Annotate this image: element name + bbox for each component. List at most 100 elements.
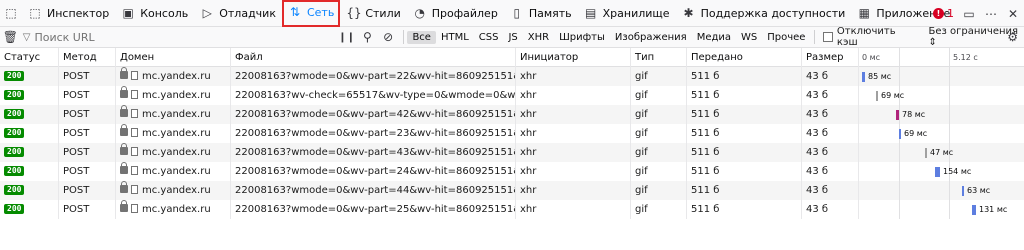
domain-cell: mc.yandex.ru — [115, 181, 230, 200]
table-row[interactable]: 200 POST mc.yandex.ru 22008163?wmode=0&wv-p… — [0, 162, 1024, 181]
type-cell: gif — [630, 143, 686, 162]
tab-inspector[interactable]: ⬚ Инспектор — [22, 0, 115, 27]
error-icon: ! — [933, 8, 944, 19]
tab-storage[interactable]: ▤ Хранилище — [578, 0, 676, 27]
header-initiator[interactable]: Инициатор — [515, 48, 630, 67]
responsive-mode-icon[interactable]: ▭ — [958, 7, 980, 21]
header-file[interactable]: Файл — [230, 48, 515, 67]
header-type[interactable]: Тип — [630, 48, 686, 67]
lock-icon — [120, 162, 128, 174]
initiator-cell[interactable]: xhr — [515, 200, 630, 219]
document-icon — [131, 165, 138, 175]
filter-type-button[interactable]: Прочее — [762, 31, 810, 44]
domain-text: mc.yandex.ru — [142, 128, 211, 139]
initiator-cell[interactable]: xhr — [515, 105, 630, 124]
file-cell: 22008163?wv-check=65517&wv-type=0&wmode=… — [230, 86, 515, 105]
pause-icon[interactable]: ❙❙ — [336, 32, 357, 43]
domain-text: mc.yandex.ru — [142, 185, 211, 196]
filter-type-button[interactable]: Медиа — [692, 31, 736, 44]
status-badge: 200 — [4, 166, 25, 176]
search-icon[interactable]: ⚲ — [357, 30, 378, 44]
table-row[interactable]: 200 POST mc.yandex.ru 22008163?wmode=0&wv-p… — [0, 181, 1024, 200]
header-status[interactable]: Статус — [0, 48, 58, 67]
table-row[interactable]: 200 POST mc.yandex.ru 22008163?wmode=0&wv-p… — [0, 143, 1024, 162]
waterfall-gridline — [899, 143, 900, 162]
trash-icon[interactable]: 🗑 — [0, 30, 21, 44]
gauge-icon: ◔ — [414, 6, 425, 20]
lock-icon — [120, 67, 128, 79]
filter-type-button[interactable]: HTML — [436, 31, 474, 44]
timing-label: 69 мс — [904, 129, 928, 138]
disable-cache-checkbox[interactable]: Отключить кэш — [823, 26, 914, 48]
method-cell: POST — [58, 162, 115, 181]
table-row[interactable]: 200 POST mc.yandex.ru 22008163?wmode=0&wv-p… — [0, 67, 1024, 86]
status-badge: 200 — [4, 204, 25, 214]
tab-style-editor[interactable]: {} Стили — [340, 0, 406, 27]
status-cell: 200 — [0, 162, 58, 181]
header-waterfall[interactable]: 0 мс 5.12 с — [858, 48, 1024, 67]
waterfall-gridline — [949, 200, 950, 219]
waterfall-bar — [896, 110, 899, 120]
file-cell: 22008163?wmode=0&wv-part=44&wv-hit=86092… — [230, 181, 515, 200]
transferred-cell: 511 б — [686, 86, 801, 105]
tab-performance[interactable]: ◔ Профайлер — [407, 0, 504, 27]
filter-url-input[interactable]: ▽ Поиск URL — [21, 28, 336, 47]
document-icon — [131, 127, 138, 137]
pick-element-button[interactable]: ⬚ — [0, 0, 22, 27]
lock-icon — [120, 143, 128, 155]
filter-type-button[interactable]: WS — [736, 31, 762, 44]
filter-type-button[interactable]: Все — [407, 30, 436, 44]
tab-accessibility[interactable]: ✱ Поддержка доступности — [676, 0, 852, 27]
domain-cell: mc.yandex.ru — [115, 105, 230, 124]
transferred-cell: 511 б — [686, 124, 801, 143]
status-cell: 200 — [0, 67, 58, 86]
status-badge: 200 — [4, 90, 25, 100]
initiator-cell[interactable]: xhr — [515, 67, 630, 86]
header-method[interactable]: Метод — [58, 48, 115, 67]
table-row[interactable]: 200 POST mc.yandex.ru 22008163?wv-check=655… — [0, 86, 1024, 105]
waterfall-bar — [876, 91, 878, 101]
initiator-cell[interactable]: xhr — [515, 143, 630, 162]
filter-type-button[interactable]: XHR — [523, 31, 554, 44]
initiator-cell[interactable]: xhr — [515, 124, 630, 143]
file-cell: 22008163?wmode=0&wv-part=42&wv-hit=86092… — [230, 105, 515, 124]
filter-type-button[interactable]: CSS — [474, 31, 504, 44]
document-icon — [131, 146, 138, 156]
status-cell: 200 — [0, 181, 58, 200]
domain-text: mc.yandex.ru — [142, 147, 211, 158]
table-row[interactable]: 200 POST mc.yandex.ru 22008163?wmode=0&wv-p… — [0, 124, 1024, 143]
filter-type-button[interactable]: Шрифты — [554, 31, 610, 44]
devtools-toolbar: ⬚ ⬚ Инспектор ▣ Консоль ▷ Отладчик ⇅ Сеть {} Стил… — [0, 0, 1024, 27]
table-row[interactable]: 200 POST mc.yandex.ru 22008163?wmode=0&wv-p… — [0, 200, 1024, 219]
filter-type-button[interactable]: Изображения — [610, 31, 692, 44]
initiator-cell[interactable]: xhr — [515, 86, 630, 105]
error-count-badge[interactable]: ! 1 — [929, 7, 958, 20]
timing-label: 78 мс — [902, 110, 926, 119]
close-icon[interactable]: ✕ — [1002, 7, 1024, 21]
block-icon[interactable]: ⊘ — [378, 30, 399, 44]
transferred-cell: 511 б — [686, 181, 801, 200]
checkbox-box[interactable] — [823, 32, 833, 42]
initiator-cell[interactable]: xhr — [515, 162, 630, 181]
more-options-icon[interactable]: ⋯ — [980, 7, 1002, 21]
gear-icon[interactable]: ⚙ — [1007, 27, 1018, 48]
tab-debugger[interactable]: ▷ Отладчик — [194, 0, 282, 27]
tab-memory[interactable]: ▯ Память — [504, 0, 578, 27]
type-cell: gif — [630, 86, 686, 105]
initiator-cell[interactable]: xhr — [515, 181, 630, 200]
transferred-cell: 511 б — [686, 162, 801, 181]
filter-type-button[interactable]: JS — [503, 31, 522, 44]
tab-network[interactable]: ⇅ Сеть — [281, 0, 341, 27]
header-size[interactable]: Размер — [801, 48, 858, 67]
waterfall-cell: 47 мс — [858, 143, 1024, 162]
method-cell: POST — [58, 143, 115, 162]
domain-cell: mc.yandex.ru — [115, 162, 230, 181]
grid-icon: ▦ — [858, 6, 871, 20]
lock-icon — [120, 181, 128, 193]
header-transferred[interactable]: Передано — [686, 48, 801, 67]
table-row[interactable]: 200 POST mc.yandex.ru 22008163?wmode=0&wv-p… — [0, 105, 1024, 124]
tab-console[interactable]: ▣ Консоль — [115, 0, 194, 27]
file-cell: 22008163?wmode=0&wv-part=43&wv-hit=86092… — [230, 143, 515, 162]
header-domain[interactable]: Домен — [115, 48, 230, 67]
file-cell: 22008163?wmode=0&wv-part=22&wv-hit=86092… — [230, 67, 515, 86]
